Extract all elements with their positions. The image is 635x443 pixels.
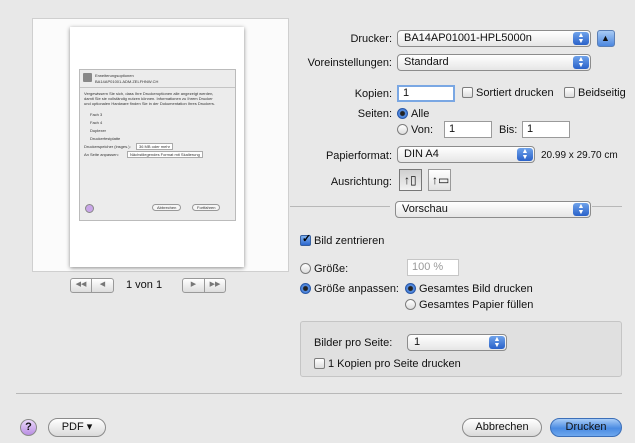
duplex-label: Beidseitig [578,87,626,99]
portrait-person-icon: ↑▯ [404,173,417,187]
preview-doc-subtitle: BA14AP01001.ADM.ZELFHNW.CH [95,79,159,84]
pages-range-radio[interactable] [397,124,408,135]
fit-whole-image-label: Gesamtes Bild drucken [419,283,533,295]
fit-whole-image-radio[interactable] [405,283,416,294]
portrait-orientation-button[interactable]: ↑▯ [399,169,422,191]
paper-label: Papierformat: [325,150,392,162]
pdf-label: PDF ▾ [61,421,93,433]
panel-separator-right [592,206,622,207]
pages-from-label: Von: [411,124,434,136]
fit-whole-paper-label: Gesamtes Papier füllen [419,299,534,311]
help-icon: ? [25,421,32,433]
popup-arrows-icon: ▲ ▼ [489,336,505,349]
panel-separator-left [290,206,390,207]
page-indicator: 1 von 1 [126,279,163,291]
panel-value: Vorschau [402,203,448,215]
preview-doc-fit-value: Nächstliegendes Format mit Skalierung [127,151,203,158]
popup-arrows-icon: ▲ ▼ [573,32,589,45]
panel-popup[interactable]: Vorschau ▲ ▼ [395,201,591,218]
collated-label: Sortiert drucken [476,87,554,99]
copies-input[interactable]: 1 [397,85,455,102]
presets-popup[interactable]: Standard ▲ ▼ [397,54,591,71]
fit-label: Größe anpassen: [314,283,399,295]
fit-whole-paper-radio[interactable] [405,299,416,310]
first-page-button[interactable]: ◀◀ [70,278,92,293]
images-per-page-label: Bilder pro Seite: [314,337,393,349]
orientation-label: Ausrichtung: [330,176,392,188]
paper-size-text: 20.99 x 29.70 cm [541,150,618,161]
preview-doc-btn-cancel: Abbrechen [152,204,182,211]
pages-all-label: Alle [411,108,430,120]
help-button[interactable]: ? [20,419,37,436]
preview-help-icon [85,204,94,213]
printer-label: Drucker: [350,33,392,45]
size-radio[interactable] [300,263,311,274]
pages-to-label: Bis: [499,124,518,136]
preview-doc-text3: und optionalen Hardware finden Sie in de… [84,101,215,106]
pages-to-input[interactable]: 1 [522,121,570,138]
pages-all-radio[interactable] [397,108,408,119]
popup-arrows-icon: ▲ ▼ [573,203,589,216]
last-page-button[interactable]: ▶▶ [204,278,226,293]
popup-arrows-icon: ▲ ▼ [573,56,589,69]
footer-separator [16,393,622,394]
size-label: Größe: [314,263,349,275]
preview-doc-divider [80,87,235,88]
fit-radio[interactable] [300,283,311,294]
cancel-button[interactable]: Abbrechen [462,418,542,437]
paper-value: DIN A4 [404,148,439,160]
preview-doc-opt2: Fach 4 [90,120,103,125]
copies-per-page-label: 1 Kopien pro Seite drucken [328,358,461,370]
pages-from-input[interactable]: 1 [444,121,492,138]
printer-popup[interactable]: BA14AP01001-HPL5000n ▲ ▼ [397,30,591,47]
presets-label: Voreinstellungen: [307,57,392,69]
images-per-page-value: 1 [414,336,421,348]
preview-doc-fit-label: An Seite anpassen: [84,152,119,157]
printer-value: BA14AP01001-HPL5000n [404,32,532,44]
presets-value: Standard [404,56,449,68]
preview-doc-mem-label: Druckerspeicher (insges.): [84,144,131,149]
pages-label: Seiten: [357,108,392,120]
duplex-checkbox[interactable] [564,87,575,98]
collapse-dialog-button[interactable]: ▲ [597,30,615,47]
print-button[interactable]: Drucken [550,418,622,437]
collated-checkbox[interactable] [462,87,473,98]
prev-page-button[interactable]: ◀ [91,278,114,293]
preview-doc-btn-continue: Fortfahren [192,204,221,211]
images-per-page-popup[interactable]: 1 ▲ ▼ [407,334,507,351]
printer-mini-icon [83,73,92,82]
preview-doc-opt3: Duplexer [90,128,107,133]
landscape-orientation-button[interactable]: ↑▭ [428,169,451,191]
cancel-label: Abbrechen [475,421,529,433]
center-image-checkbox[interactable] [300,232,311,246]
preview-doc-mem-value: 36 MB oder mehr [136,143,173,150]
popup-arrows-icon: ▲ ▼ [517,148,533,161]
disclosure-up-icon: ▲ [601,33,610,43]
preview-doc-opt1: Fach 3 [90,112,103,117]
copies-label: Kopien: [354,88,392,100]
print-label: Drucken [565,421,607,433]
preview-page: Erweiterungsoptionen BA14AP01001.ADM.ZEL… [70,27,244,267]
preview-dialog: Erweiterungsoptionen BA14AP01001.ADM.ZEL… [79,69,236,221]
copies-per-page-checkbox[interactable] [314,358,325,369]
size-input[interactable]: 100 % [407,259,459,276]
landscape-person-icon: ↑▭ [432,173,450,187]
preview-doc-title: Erweiterungsoptionen [95,73,134,78]
center-image-label: Bild zentrieren [314,235,385,247]
paper-popup[interactable]: DIN A4 ▲ ▼ [397,146,535,163]
pdf-menu-button[interactable]: PDF ▾ [48,418,106,437]
preview-doc-opt4: Druckerfestplatte [90,136,121,141]
next-page-button[interactable]: ▶ [182,278,205,293]
